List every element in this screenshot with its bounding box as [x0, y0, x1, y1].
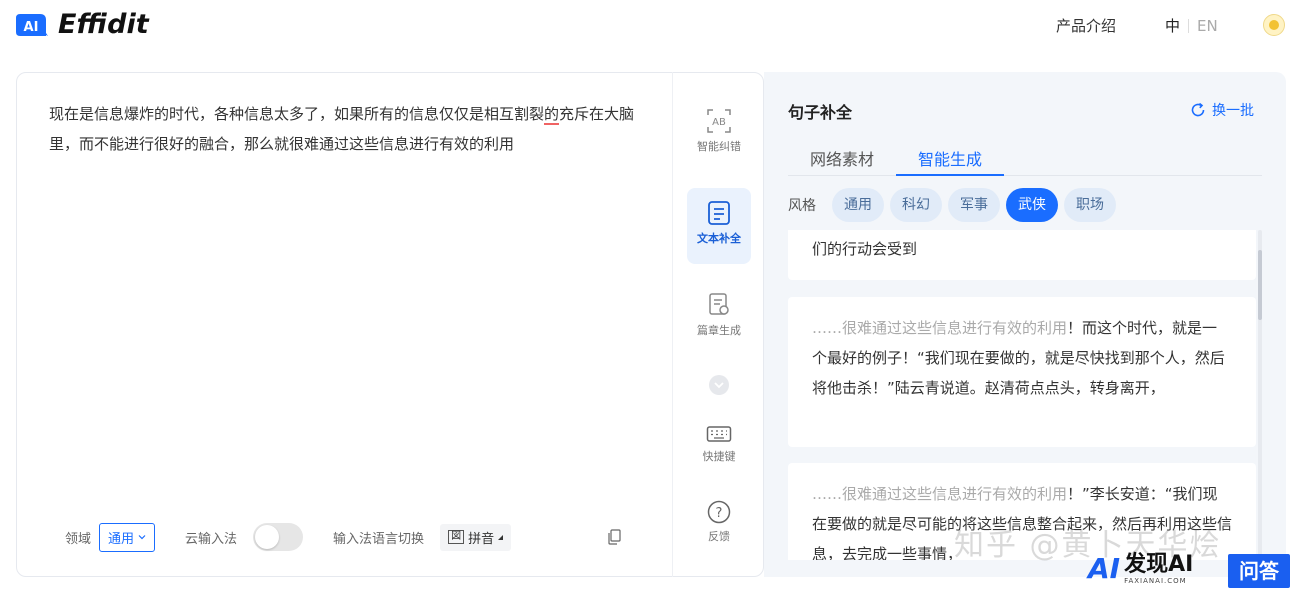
tool-article-gen[interactable]: 篇章生成 — [687, 292, 751, 340]
result-lead: ……很难通过这些信息进行有效的利用 — [812, 319, 1068, 337]
style-chip-general[interactable]: 通用 — [832, 188, 884, 222]
domain-label: 领域 — [65, 531, 92, 547]
refresh-button[interactable]: 换一批 — [1190, 100, 1254, 120]
tool-shortcut-label: 快捷键 — [702, 450, 736, 463]
editor-error-word[interactable]: 的 — [544, 105, 560, 125]
editor-textarea[interactable]: 现在是信息爆炸的时代，各种信息太多了，如果所有的信息仅仅是相互割裂的充斥在大脑里… — [49, 99, 649, 159]
keyboard-icon — [706, 426, 732, 442]
refresh-label: 换一批 — [1212, 103, 1254, 119]
tool-complete-label: 文本补全 — [697, 232, 741, 245]
tool-shortcuts[interactable]: 快捷键 — [687, 424, 751, 468]
text-complete-icon — [708, 201, 730, 225]
faxianai-icon: AI — [1088, 552, 1121, 585]
svg-text:?: ? — [716, 506, 723, 521]
tool-smart-correct[interactable]: AB 智能纠错 — [687, 108, 751, 156]
chevron-down-circle-icon — [709, 375, 729, 395]
result-card[interactable]: 们的行动会受到 — [788, 230, 1256, 280]
corner-caret-icon — [498, 534, 504, 540]
help-circle-icon: ? — [707, 500, 731, 524]
toggle-knob — [255, 525, 280, 549]
ime-switch-label: 输入法语言切换 — [333, 531, 425, 547]
domain-select-value: 通用 — [108, 531, 135, 547]
tool-feedback[interactable]: ? 反馈 — [687, 500, 751, 548]
cloud-ime-toggle[interactable] — [253, 523, 304, 551]
faxianai-sub: FAXIANAI.COM — [1124, 576, 1187, 585]
style-chip-workplace[interactable]: 职场 — [1064, 188, 1116, 222]
lang-en[interactable]: EN — [1197, 17, 1218, 35]
correct-icon: AB — [707, 109, 731, 133]
tab-smart-generate[interactable]: 智能生成 — [896, 146, 1005, 176]
scroll-thumb[interactable] — [1258, 250, 1262, 320]
ai-logo-icon: AI — [16, 10, 50, 40]
pinyin-button[interactable]: 図拼音 — [440, 523, 512, 551]
refresh-icon — [1191, 102, 1205, 117]
language-switch: 中 EN — [1165, 15, 1218, 36]
editor-card: 现在是信息爆炸的时代，各种信息太多了，如果所有的信息仅仅是相互割裂的充斥在大脑里… — [16, 72, 764, 577]
tool-article-label: 篇章生成 — [697, 324, 741, 337]
style-selector: 风格 通用 科幻 军事 武侠 职场 — [788, 188, 1116, 222]
result-lead: ……很难通过这些信息进行有效的利用 — [812, 485, 1068, 503]
logo-badge-text: AI — [24, 20, 39, 35]
style-label: 风格 — [788, 198, 816, 214]
domain-select[interactable]: 通用 — [99, 522, 156, 552]
tools-expand-button[interactable] — [687, 374, 751, 398]
result-card[interactable]: ……很难通过这些信息进行有效的利用！而这个时代，就是一个最好的例子！“我们现在要… — [788, 297, 1256, 447]
result-text: 们的行动会受到 — [812, 240, 918, 258]
faxianai-text: 发现AI FAXIANAI.COM — [1124, 551, 1194, 585]
logo-text-post: dit — [107, 9, 149, 40]
wenda-badge: 问答 — [1228, 554, 1290, 588]
cloud-ime-label: 云输入法 — [185, 531, 238, 547]
sentence-complete-panel: 句子补全 换一批 网络素材 智能生成 风格 通用 科幻 军事 武侠 职场 们的行… — [764, 72, 1286, 577]
pinyin-label: 拼音 — [468, 531, 495, 547]
top-header: AI Effidit 产品介绍 中 EN — [0, 0, 1304, 52]
faxianai-brand: 发现AI — [1124, 551, 1194, 577]
logo-text-pre: Eff — [58, 9, 108, 40]
chevron-down-icon — [138, 535, 146, 540]
results-scrollbar[interactable] — [1258, 230, 1262, 560]
effidit-logo[interactable]: AI Effidit — [16, 9, 149, 40]
editor-footer: 领域 通用 云输入法 输入法语言切换 図拼音 — [65, 521, 625, 553]
lang-zh[interactable]: 中 — [1165, 15, 1180, 36]
tab-web-material[interactable]: 网络素材 — [788, 146, 896, 176]
style-chip-military[interactable]: 军事 — [948, 188, 1000, 222]
tool-correct-label: 智能纠错 — [697, 140, 741, 153]
pinyin-box-icon: 図 — [448, 530, 465, 544]
style-chip-scifi[interactable]: 科幻 — [890, 188, 942, 222]
svg-text:AB: AB — [712, 117, 726, 128]
faxianai-logo: AI 发现AI FAXIANAI.COM — [1088, 552, 1193, 585]
logo-wordmark: Effidit — [58, 9, 149, 40]
article-gen-icon — [709, 293, 729, 315]
lang-divider — [1188, 18, 1190, 33]
copy-icon[interactable] — [607, 529, 621, 549]
tool-feedback-label: 反馈 — [708, 530, 730, 543]
panel-title: 句子补全 — [788, 103, 853, 122]
style-chip-wuxia[interactable]: 武侠 — [1006, 188, 1058, 222]
avatar-dot — [1269, 20, 1279, 30]
result-list: 们的行动会受到 ……很难通过这些信息进行有效的利用！而这个时代，就是一个最好的例… — [788, 230, 1258, 560]
editor-text-part1: 现在是信息爆炸的时代，各种信息太多了，如果所有的信息仅仅是相互割裂 — [49, 105, 545, 123]
tool-strip: AB 智能纠错 文本补全 篇章生成 快捷键 ? 反馈 — [672, 72, 764, 577]
nav-product-intro[interactable]: 产品介绍 — [1056, 15, 1116, 36]
tool-text-complete[interactable]: 文本补全 — [687, 188, 751, 264]
user-avatar[interactable] — [1263, 14, 1285, 36]
panel-tabs: 网络素材 智能生成 — [788, 146, 1262, 176]
